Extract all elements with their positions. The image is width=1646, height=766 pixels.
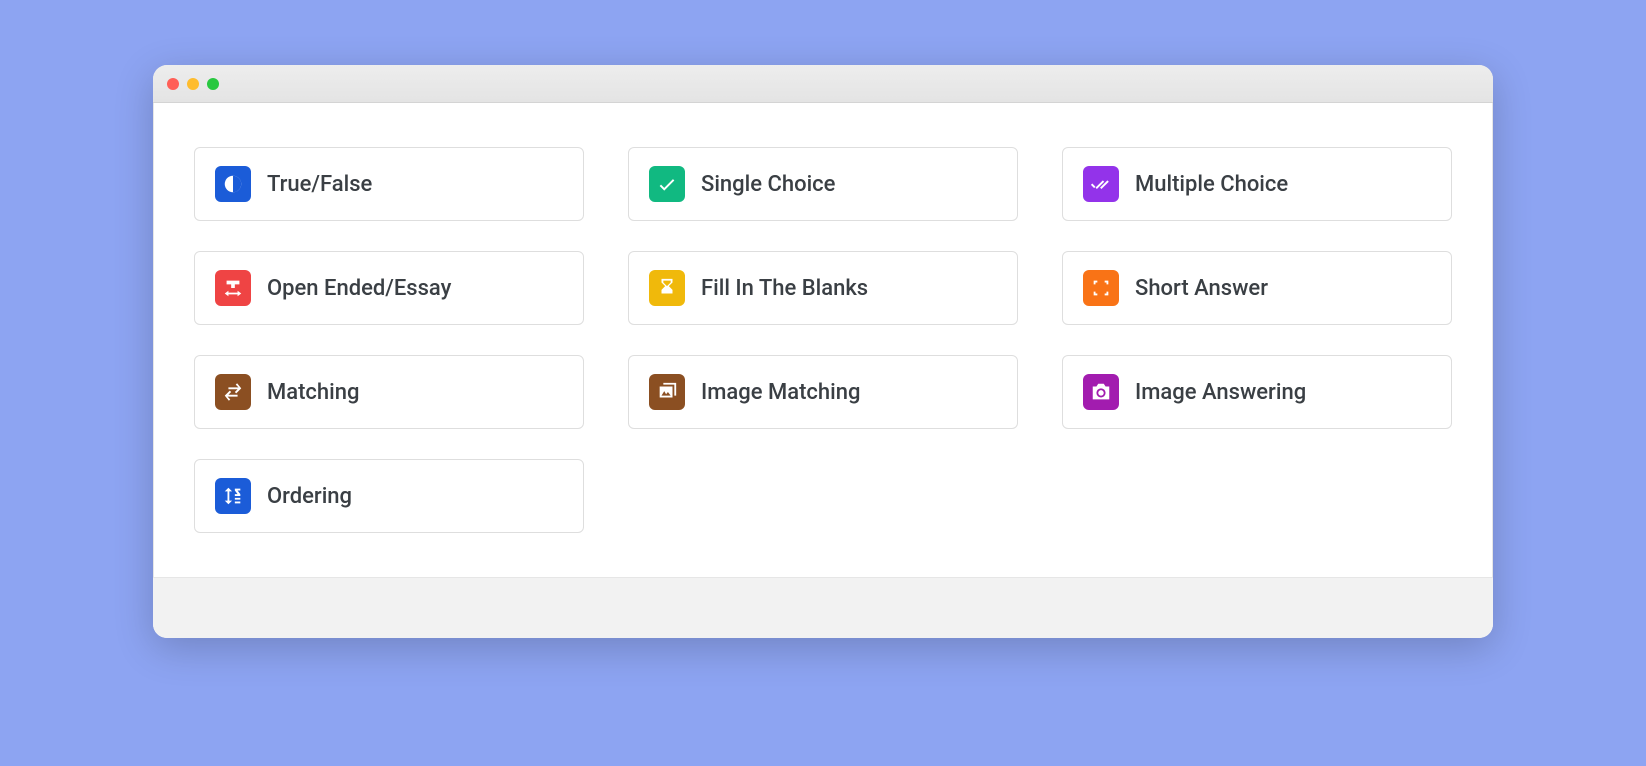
camera-icon <box>1083 374 1119 410</box>
question-type-multiple-choice[interactable]: Multiple Choice <box>1062 147 1452 221</box>
swap-icon <box>215 374 251 410</box>
question-type-ordering[interactable]: Ordering <box>194 459 584 533</box>
minimize-window-button[interactable] <box>187 78 199 90</box>
question-type-label: Open Ended/Essay <box>267 276 451 301</box>
question-type-open-ended-essay[interactable]: Open Ended/Essay <box>194 251 584 325</box>
question-type-image-answering[interactable]: Image Answering <box>1062 355 1452 429</box>
question-type-label: Image Answering <box>1135 380 1306 405</box>
question-type-label: Image Matching <box>701 380 860 405</box>
question-type-short-answer[interactable]: Short Answer <box>1062 251 1452 325</box>
question-type-true-false[interactable]: True/False <box>194 147 584 221</box>
question-type-label: Single Choice <box>701 172 835 197</box>
question-type-label: Multiple Choice <box>1135 172 1288 197</box>
window-controls <box>167 78 219 90</box>
question-type-label: Matching <box>267 380 359 405</box>
titlebar <box>153 65 1493 103</box>
compress-icon <box>1083 270 1119 306</box>
double-check-icon <box>1083 166 1119 202</box>
check-icon <box>649 166 685 202</box>
question-type-label: Fill In The Blanks <box>701 276 868 301</box>
question-type-label: Ordering <box>267 484 352 509</box>
question-type-picker: True/False Single Choice Multiple Choice Op… <box>153 103 1493 578</box>
text-width-icon <box>215 270 251 306</box>
close-window-button[interactable] <box>167 78 179 90</box>
question-type-matching[interactable]: Matching <box>194 355 584 429</box>
question-type-label: True/False <box>267 172 372 197</box>
images-icon <box>649 374 685 410</box>
question-type-label: Short Answer <box>1135 276 1268 301</box>
question-type-image-matching[interactable]: Image Matching <box>628 355 1018 429</box>
footer-strip <box>153 578 1493 638</box>
content-wrap: True/False Single Choice Multiple Choice Op… <box>153 103 1493 638</box>
sort-az-icon <box>215 478 251 514</box>
app-window: True/False Single Choice Multiple Choice Op… <box>153 65 1493 638</box>
hourglass-icon <box>649 270 685 306</box>
maximize-window-button[interactable] <box>207 78 219 90</box>
question-type-single-choice[interactable]: Single Choice <box>628 147 1018 221</box>
half-circle-icon <box>215 166 251 202</box>
question-type-fill-in-the-blanks[interactable]: Fill In The Blanks <box>628 251 1018 325</box>
